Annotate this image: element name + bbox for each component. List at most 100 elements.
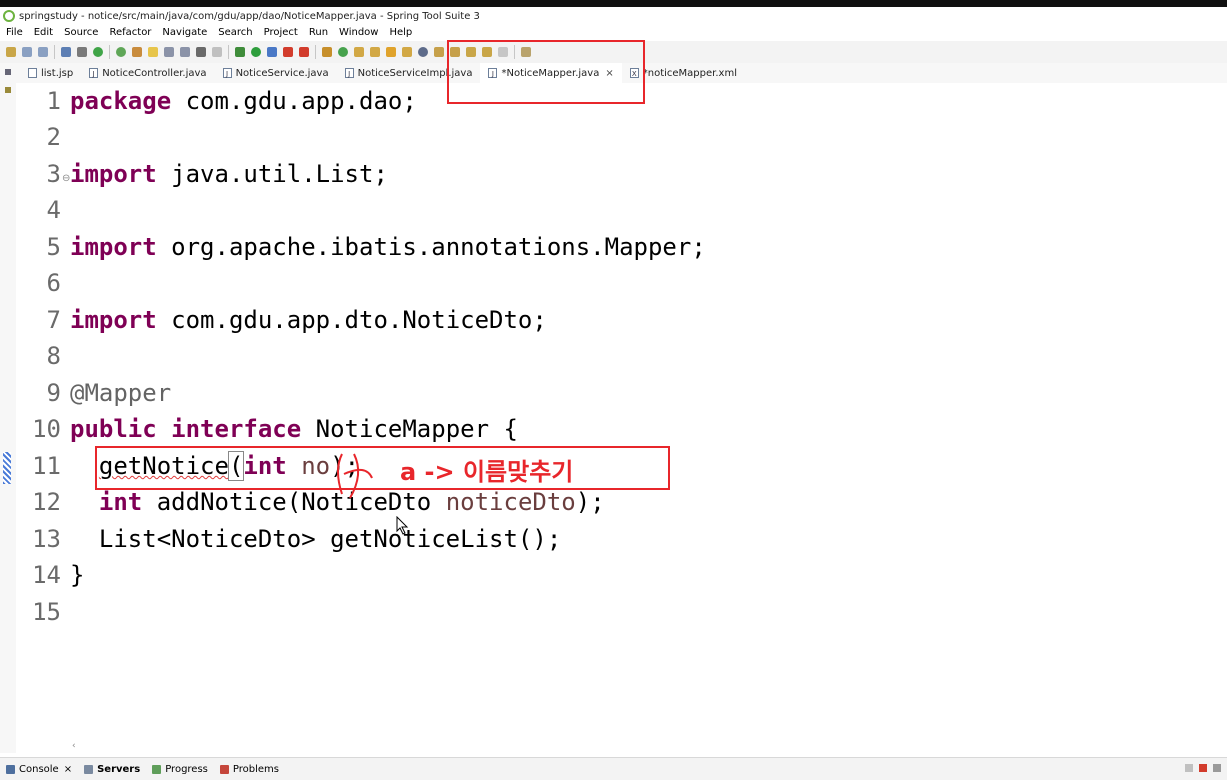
menu-project[interactable]: Project (258, 27, 303, 38)
code-line-import-list: import java.util.List; (70, 160, 388, 188)
line-number: 10 (32, 415, 61, 443)
code-line-interface: public interface NoticeMapper { (70, 415, 518, 443)
terminate-icon[interactable] (1199, 764, 1207, 772)
print-icon[interactable] (61, 47, 71, 57)
scroll-left-arrow[interactable]: ‹ (72, 741, 76, 751)
globe-icon[interactable] (418, 47, 428, 57)
menu-navigate[interactable]: Navigate (156, 27, 212, 38)
skip-breakpoints-icon[interactable] (77, 47, 87, 57)
line-number: 8 (46, 342, 61, 370)
tab-notice-controller[interactable]: J NoticeController.java (81, 63, 214, 83)
search-icon[interactable] (386, 47, 396, 57)
debug-icon[interactable] (235, 47, 245, 57)
line-number: 1 (46, 87, 61, 115)
line-number: 4 (46, 196, 61, 224)
menu-refactor[interactable]: Refactor (103, 27, 156, 38)
code-editor[interactable]: 1 2 3 4 5 6 7 8 9 10 11 12 13 14 15 ⊖ pa… (16, 83, 1227, 738)
servers-icon (84, 764, 94, 774)
code-line-import-dto: import com.gdu.app.dto.NoticeDto; (70, 306, 547, 334)
panel-controls (1185, 764, 1221, 772)
line-number: 11 (32, 452, 61, 480)
pin-icon[interactable] (132, 47, 142, 57)
outline-icon[interactable] (5, 87, 11, 93)
menu-window[interactable]: Window (333, 27, 383, 38)
code-line-package: package com.gdu.app.dao; (70, 87, 417, 115)
java-file-icon: J (89, 68, 99, 78)
save-icon[interactable] (22, 47, 32, 57)
mouse-cursor-icon (396, 516, 409, 535)
code-line-get-notice-list: List<NoticeDto> getNoticeList(); (70, 525, 562, 553)
toolbar-separator (109, 45, 110, 59)
line-number: 13 (32, 525, 61, 553)
highlight-box-line (95, 446, 670, 490)
menu-file[interactable]: File (0, 27, 28, 38)
hint-icon[interactable] (212, 47, 222, 57)
file-icon (28, 68, 37, 78)
open-resource-icon[interactable] (370, 47, 380, 57)
line-number: 9 (46, 379, 61, 407)
bottom-panel-tabs: Console × Servers Progress Problems (0, 757, 1227, 780)
menu-bar: File Edit Source Refactor Navigate Searc… (0, 25, 1227, 40)
stop-icon[interactable] (283, 47, 293, 57)
line-number: 7 (46, 306, 61, 334)
annotation-note: a -> 이름맞추기 (400, 458, 574, 486)
start-server-icon[interactable] (93, 47, 103, 57)
remove-launch-icon[interactable] (1213, 764, 1221, 772)
external-tools-icon[interactable] (299, 47, 309, 57)
save-all-icon[interactable] (38, 47, 48, 57)
spring-tool-suite-icon (3, 10, 15, 22)
clear-console-icon[interactable] (1185, 764, 1193, 772)
line-number: 3 (46, 160, 61, 188)
highlight-box-tab (447, 40, 645, 104)
code-line-annotation: @Mapper (70, 379, 172, 407)
line-number: 12 (32, 488, 61, 516)
window-titlebar: springstudy - notice/src/main/java/com/g… (0, 7, 1227, 25)
menu-edit[interactable]: Edit (28, 27, 58, 38)
tab-problems[interactable]: Problems (214, 764, 285, 775)
tab-list-jsp[interactable]: list.jsp (20, 63, 81, 83)
run-icon[interactable] (251, 47, 261, 57)
toggle-word-wrap-icon[interactable] (180, 47, 190, 57)
menu-help[interactable]: Help (383, 27, 417, 38)
screen-top-border (0, 0, 1227, 7)
java-file-icon: J (222, 68, 232, 78)
line-number: 5 (46, 233, 61, 261)
window-title: springstudy - notice/src/main/java/com/g… (19, 10, 480, 22)
annotation-scribble (337, 453, 373, 499)
line-number: 15 (32, 598, 61, 626)
menu-source[interactable]: Source (58, 27, 103, 38)
show-whitespace-icon[interactable] (196, 47, 206, 57)
open-type-icon[interactable] (354, 47, 364, 57)
line-number: 6 (46, 269, 61, 297)
tab-console[interactable]: Console × (0, 764, 78, 775)
console-icon (6, 764, 15, 774)
progress-icon (152, 764, 162, 774)
line-number: 2 (46, 123, 61, 151)
java-file-icon: J (344, 68, 354, 78)
menu-search[interactable]: Search (212, 27, 257, 38)
line-number: 14 (32, 561, 61, 589)
code-line-close-brace: } (70, 561, 85, 589)
highlight-icon[interactable] (148, 47, 158, 57)
close-icon[interactable]: × (64, 764, 72, 775)
tab-notice-service[interactable]: J NoticeService.java (215, 63, 337, 83)
refresh-icon[interactable] (116, 47, 126, 57)
new-icon[interactable] (6, 47, 16, 57)
tab-servers[interactable]: Servers (78, 764, 146, 775)
editor-left-strip (0, 63, 16, 753)
toolbar-separator (228, 45, 229, 59)
toolbar-separator (315, 45, 316, 59)
minimize-icon[interactable] (5, 69, 11, 75)
next-annotation-icon[interactable] (434, 47, 444, 57)
menu-run[interactable]: Run (303, 27, 333, 38)
block-selection-icon[interactable] (164, 47, 174, 57)
coverage-icon[interactable] (267, 47, 277, 57)
code-line-import-mapper: import org.apache.ibatis.annotations.Map… (70, 233, 706, 261)
problems-icon (219, 764, 229, 774)
toolbar-separator (54, 45, 55, 59)
error-marker-icon[interactable] (3, 452, 11, 484)
tab-progress[interactable]: Progress (146, 764, 214, 775)
grid-icon[interactable] (322, 47, 332, 57)
task-icon[interactable] (402, 47, 412, 57)
spring-icon[interactable] (338, 47, 348, 57)
